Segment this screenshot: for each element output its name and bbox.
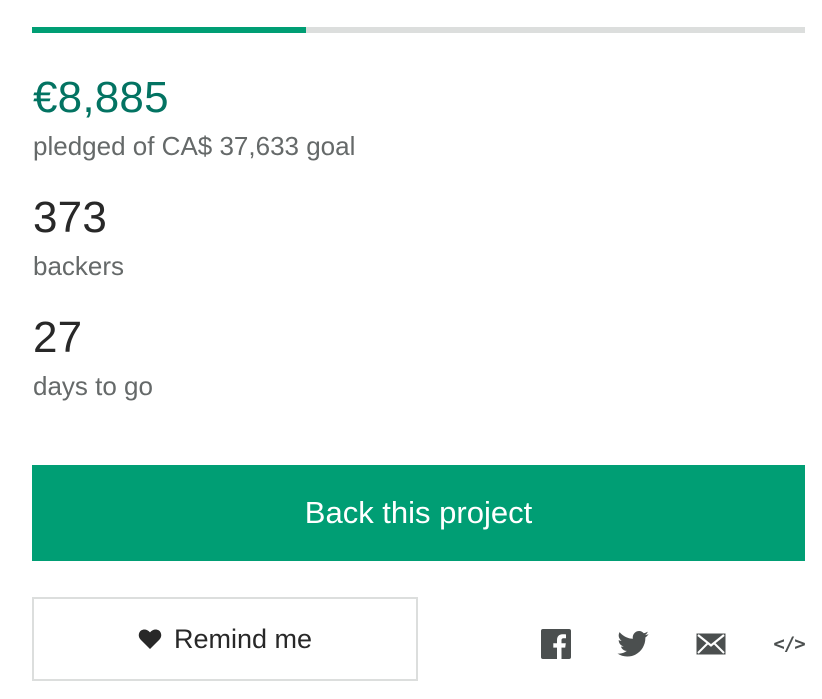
remind-me-button[interactable]: Remind me <box>32 597 418 681</box>
embed-icon[interactable]: </> <box>771 626 807 662</box>
backers-count: 373 <box>33 193 108 242</box>
embed-glyph: </> <box>773 633 805 655</box>
twitter-icon[interactable] <box>615 626 651 662</box>
pledged-amount: €8,885 <box>33 73 169 122</box>
remind-me-label: Remind me <box>173 623 313 654</box>
back-this-project-label: Back this project <box>304 495 533 530</box>
funding-progress-fill <box>32 27 307 33</box>
heart-icon <box>138 628 162 650</box>
pledged-goal-label: pledged of CA$ 37,633 goal <box>33 131 356 161</box>
facebook-icon[interactable] <box>538 626 574 662</box>
days-to-go-label: days to go <box>33 371 153 401</box>
email-icon[interactable] <box>693 626 729 662</box>
days-to-go-count: 27 <box>33 313 83 362</box>
funding-progress-bar <box>32 27 805 33</box>
backers-label: backers <box>33 251 125 281</box>
back-this-project-button[interactable]: Back this project <box>32 465 805 561</box>
